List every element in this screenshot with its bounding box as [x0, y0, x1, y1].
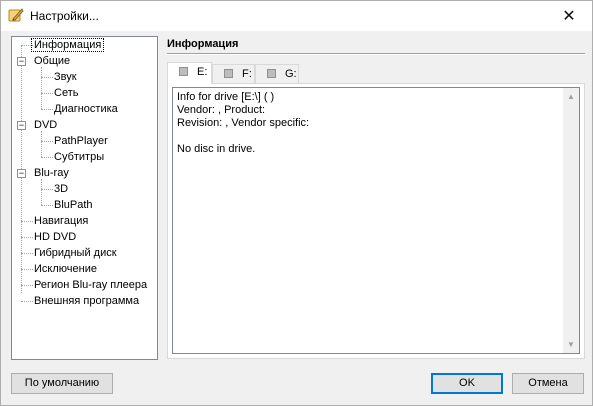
drive-info-textarea[interactable]: Info for drive [E:\] ( ) Vendor: , Produ…	[172, 87, 580, 354]
tree-item-network[interactable]: Сеть	[52, 85, 80, 101]
drive-icon	[267, 68, 276, 78]
section-divider	[167, 53, 585, 55]
expander-minus-icon[interactable]: −	[17, 121, 26, 130]
tree-item-sound[interactable]: Звук	[52, 69, 79, 85]
tree-item-bluray-region[interactable]: Регион Blu-ray плеера	[32, 277, 149, 293]
tree-line	[41, 131, 42, 157]
tree-item-subtitles[interactable]: Субтитры	[52, 149, 106, 165]
tree-item-blupath[interactable]: BluPath	[52, 197, 95, 213]
tree-line	[41, 67, 42, 109]
tree-item-diagnostics[interactable]: Диагностика	[52, 101, 120, 117]
close-button[interactable]: ✕	[546, 1, 592, 31]
tree-item-navigation[interactable]: Навигация	[32, 213, 90, 229]
info-line: Revision: , Vendor specific:	[177, 117, 310, 129]
info-line	[177, 130, 309, 143]
close-icon: ✕	[562, 8, 576, 25]
scroll-up-icon[interactable]: ▲	[567, 92, 575, 101]
app-pen-icon	[8, 8, 24, 22]
section-title: Информация	[167, 38, 239, 50]
tree-line	[41, 179, 42, 205]
title-bar: Настройки... ✕	[1, 1, 592, 31]
tab-drive-e[interactable]: E:	[167, 62, 212, 84]
tree-item-3d[interactable]: 3D	[52, 181, 70, 197]
drive-icon	[179, 66, 188, 76]
tree-item-external-program[interactable]: Внешняя программа	[32, 293, 141, 309]
tree-item-dvd[interactable]: DVD	[32, 117, 59, 133]
tab-drive-f[interactable]: F:	[212, 64, 255, 83]
tree-item-bluray[interactable]: Blu-ray	[32, 165, 71, 181]
tree-item-pathplayer[interactable]: PathPlayer	[52, 133, 110, 149]
tree-item-hybrid-disc[interactable]: Гибридный диск	[32, 245, 119, 261]
window-title: Настройки...	[30, 9, 99, 23]
drive-icon	[224, 68, 233, 78]
tree-item-hddvd[interactable]: HD DVD	[32, 229, 78, 245]
info-line: Info for drive [E:\] ( )	[177, 91, 275, 103]
tab-panel: Info for drive [E:\] ( ) Vendor: , Produ…	[167, 83, 585, 359]
expander-minus-icon[interactable]: −	[17, 57, 26, 66]
tree-item-info[interactable]: Информация	[30, 37, 105, 53]
tree-item-general[interactable]: Общие	[32, 53, 72, 69]
scroll-down-icon[interactable]: ▼	[567, 340, 575, 349]
info-line: Vendor: , Product:	[177, 104, 266, 116]
tree-item-exclusion[interactable]: Исключение	[32, 261, 99, 277]
cancel-button[interactable]: Отмена	[512, 373, 584, 394]
vertical-scrollbar[interactable]: ▲ ▼	[563, 88, 579, 353]
defaults-button[interactable]: По умолчанию	[11, 373, 113, 394]
settings-tree[interactable]: Информация − Общие Звук Сеть Диагностика…	[11, 36, 158, 360]
ok-button[interactable]: OK	[431, 373, 503, 394]
settings-dialog: Настройки... ✕ Информация − Общие Звук С…	[0, 0, 593, 406]
tab-drive-g[interactable]: G:	[255, 64, 299, 83]
expander-minus-icon[interactable]: −	[17, 169, 26, 178]
drive-info-text: Info for drive [E:\] ( ) Vendor: , Produ…	[177, 91, 309, 156]
info-line: No disc in drive.	[177, 143, 256, 155]
